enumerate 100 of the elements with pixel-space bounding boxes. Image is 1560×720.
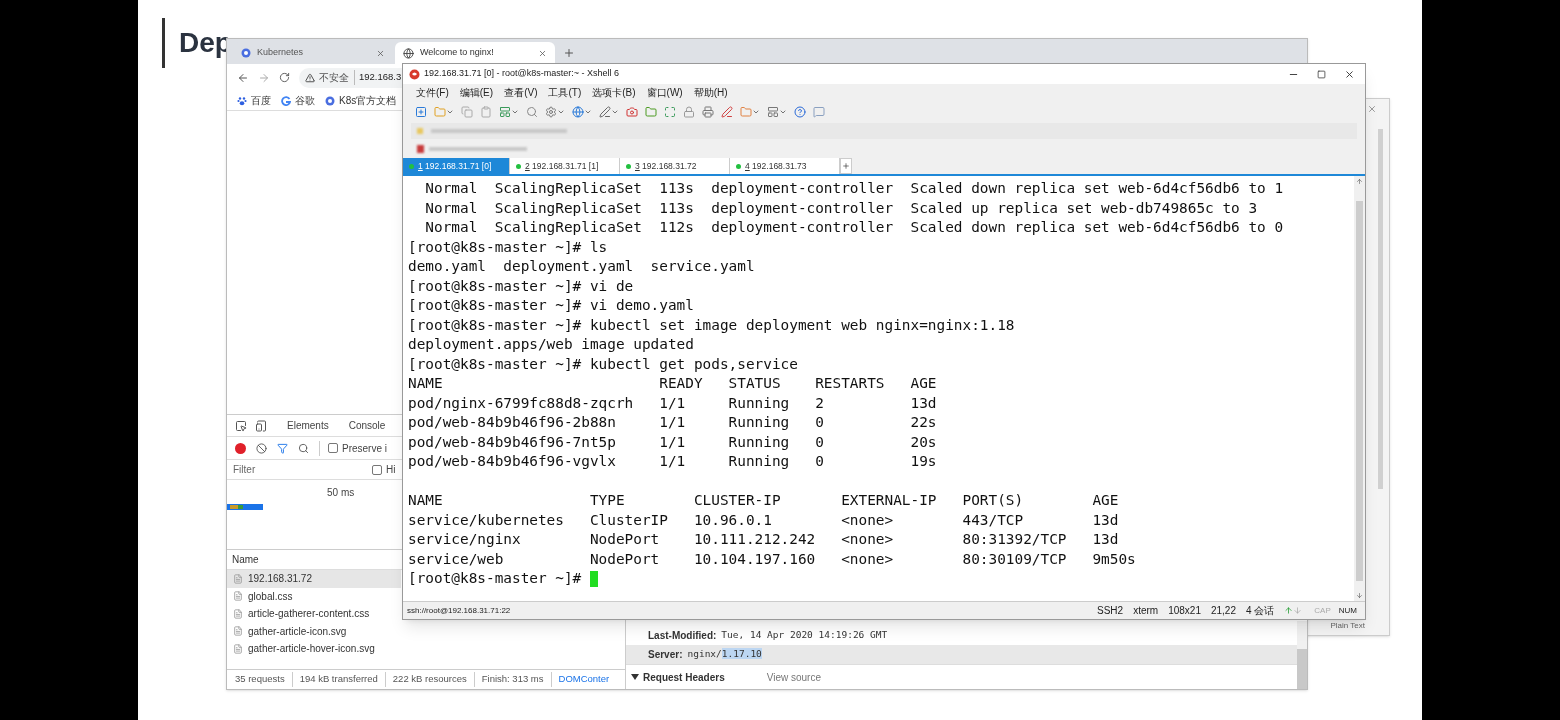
header-name: Last-Modified: (648, 629, 717, 643)
url-text: 192.168.3 (359, 70, 402, 85)
tab-title: Welcome to nginx! (420, 46, 495, 60)
fullscreen-icon[interactable] (664, 106, 676, 118)
record-icon[interactable] (235, 442, 246, 454)
ring-icon (281, 95, 291, 106)
help-icon[interactable] (794, 106, 806, 118)
menu-item[interactable]: 选项卡(B) (592, 85, 636, 100)
blurred-text-icon (417, 128, 567, 134)
globe-icon[interactable] (572, 106, 584, 118)
printer-icon[interactable] (702, 106, 714, 118)
menu-item[interactable]: 窗口(W) (646, 85, 683, 100)
menu-item[interactable]: 编辑(E) (459, 85, 494, 100)
checkbox[interactable] (372, 464, 382, 475)
scroll-up-icon[interactable] (1356, 178, 1363, 185)
camera-icon[interactable] (626, 106, 638, 118)
warning-icon (305, 72, 315, 83)
clear-icon[interactable] (256, 442, 267, 454)
header-value: nginx/1.17.10 (687, 647, 762, 662)
caret-icon[interactable] (584, 108, 592, 116)
terminal-line: deployment.apps/web image updated (408, 335, 694, 354)
paw-icon (237, 95, 247, 106)
search-icon[interactable] (298, 442, 309, 454)
scrollbar[interactable] (1297, 621, 1307, 689)
menu-item[interactable]: 工具(T) (548, 85, 582, 100)
terminal-line: Normal ScalingReplicaSet 113s deployment-controller Scaled down replica set web-6d4cf56db6 to 1 (424, 179, 1284, 198)
caret-icon[interactable] (752, 108, 760, 116)
scrollbar[interactable] (1354, 176, 1365, 601)
settings-icon[interactable] (545, 106, 557, 118)
layout-icon[interactable] (499, 106, 511, 118)
file-icon (233, 608, 243, 619)
summary-link[interactable]: DOMConter (558, 672, 610, 687)
request-row[interactable]: 192.168.31.72 (227, 570, 401, 588)
filter-icon[interactable] (277, 442, 288, 454)
devtools-tab[interactable]: Elements (287, 418, 329, 433)
file-icon (233, 591, 243, 602)
expand-icon[interactable] (631, 673, 639, 681)
session-tab[interactable]: 3 192.168.31.72 (620, 158, 730, 174)
terminal-line: pod/web-84b9b46f96-vgvlx 1/1 Running 0 19s (408, 452, 937, 471)
download-icon (1293, 606, 1303, 615)
status-item: xterm (1133, 604, 1159, 618)
status-indicator: CAP (1314, 604, 1331, 617)
file-icon (233, 573, 243, 584)
terminal-line: service/web NodePort 10.104.197.160 <none> 80:30109/TCP 9m50s (408, 549, 1136, 569)
address-field[interactable] (411, 123, 1357, 139)
section-title[interactable]: Request Headers (643, 669, 725, 685)
terminal-line: demo.yaml deployment.yaml service.yaml (408, 257, 755, 276)
scroll-down-icon[interactable] (1356, 592, 1363, 599)
plus-icon (842, 162, 850, 170)
timeline-label: 50 ms (327, 486, 355, 500)
back-icon[interactable] (237, 71, 249, 84)
bookmark[interactable]: 谷歌 (281, 93, 315, 108)
session-tab[interactable]: 1 192.168.31.71 [0] (403, 158, 510, 174)
session-tab[interactable]: 2 192.168.31.71 [1] (510, 158, 620, 174)
status-item: 108x21 (1168, 604, 1201, 618)
column-header: Name (232, 553, 259, 567)
lock-icon[interactable] (683, 106, 695, 118)
caret-icon[interactable] (611, 108, 619, 116)
terminal-line: [root@k8s-master ~]# vi de (408, 276, 634, 296)
session-tab[interactable]: 4 192.168.31.73 (730, 158, 840, 174)
pen-icon[interactable] (599, 106, 611, 118)
summary-text: 194 kB transferred (299, 672, 386, 687)
caret-icon[interactable] (557, 108, 565, 116)
address-field[interactable]: 不安全 192.168.3 (299, 67, 403, 88)
panel-icon[interactable] (767, 106, 779, 118)
inspect-icon[interactable] (235, 419, 247, 432)
globe-icon (403, 47, 414, 59)
terminal-line: service/nginx NodePort 10.111.212.242 <none> 80:31392/TCP 13d (408, 530, 1119, 549)
status-text: ssh://root@192.168.31.71:22 (407, 604, 512, 617)
devtools-tab[interactable]: Console (348, 418, 386, 433)
terminal-line: [root@k8s-master ~]# ls (408, 237, 608, 257)
add-tab-button[interactable] (840, 158, 852, 174)
summary-text: 35 requests (235, 672, 293, 687)
maximize-icon[interactable] (1317, 69, 1326, 79)
blurred-text-icon (417, 144, 527, 153)
view-source-link[interactable]: View source (766, 669, 821, 685)
reload-icon[interactable] (279, 72, 290, 83)
mode-label: Plain Text (1330, 620, 1365, 632)
bookmark[interactable]: 百度 (237, 93, 271, 108)
close-icon[interactable] (1344, 68, 1355, 80)
search-icon[interactable] (526, 106, 538, 118)
folder-icon[interactable] (740, 106, 752, 118)
new-session-icon[interactable] (415, 106, 427, 118)
browser-tab[interactable]: Welcome to nginx! (395, 42, 555, 64)
new-tab-icon[interactable] (563, 47, 575, 59)
chat-icon[interactable] (813, 106, 825, 118)
filter-field[interactable]: Filter (227, 460, 372, 479)
caret-icon[interactable] (779, 108, 787, 116)
menu-item[interactable]: 帮助(H) (693, 85, 728, 100)
folder-icon[interactable] (645, 106, 657, 118)
terminal-line: Normal ScalingReplicaSet 113s deployment-controller Scaled up replica set web-db749865c to 3 (424, 198, 1258, 218)
caret-icon[interactable] (511, 108, 519, 116)
scrollbar[interactable] (1378, 129, 1383, 489)
checkbox[interactable] (328, 443, 338, 453)
status-indicator: NUM (1338, 604, 1357, 617)
menu-item[interactable]: 查看(V) (504, 85, 538, 100)
bookmark[interactable]: K8s官方文档 (325, 93, 397, 108)
caret-icon[interactable] (446, 108, 454, 116)
device-icon[interactable] (255, 419, 267, 432)
menu-item[interactable]: 文件(F) (416, 85, 449, 100)
